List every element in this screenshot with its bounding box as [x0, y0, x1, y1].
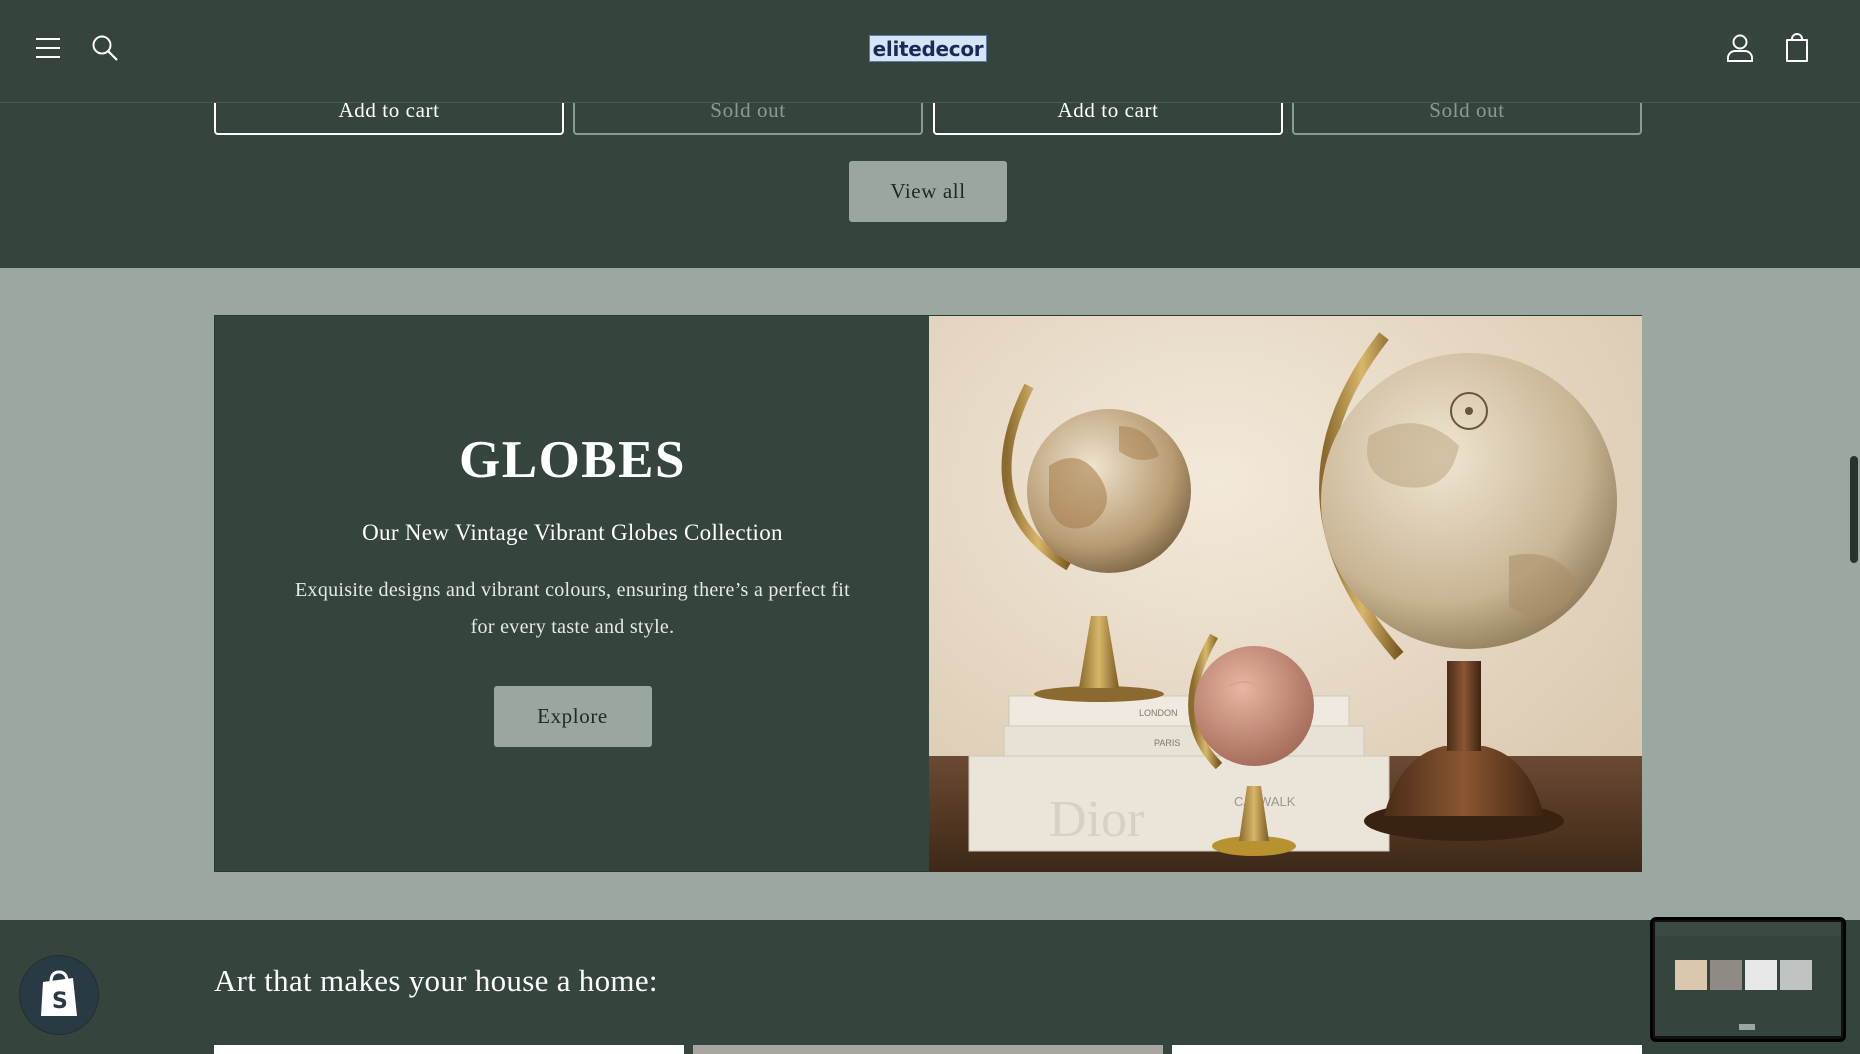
svg-text:S: S [52, 989, 68, 1014]
banner-text-panel: GLOBES Our New Vintage Vibrant Globes Co… [215, 316, 930, 873]
book-spine-text: CATWALK [1234, 794, 1296, 809]
art-card[interactable] [693, 1045, 1163, 1054]
site-logo[interactable]: elitedecor [869, 35, 987, 62]
art-card[interactable] [214, 1045, 684, 1054]
explore-button[interactable]: Explore [493, 686, 652, 747]
book-spine-text: PARIS [1154, 738, 1180, 748]
shopify-bag-icon[interactable]: S [20, 956, 98, 1034]
book-spine-text: LONDON [1139, 708, 1178, 718]
banner-subtitle: Our New Vintage Vibrant Globes Collectio… [362, 520, 783, 545]
cart-icon[interactable] [1779, 30, 1815, 66]
page-preview-thumbnail[interactable] [1650, 917, 1846, 1042]
globes-banner: GLOBES Our New Vintage Vibrant Globes Co… [214, 315, 1642, 872]
banner-description: Exquisite designs and vibrant colours, e… [295, 579, 850, 638]
book-cover-text: Dior [1049, 791, 1144, 848]
globes-image: Dior CATWALK PARIS LONDON [929, 316, 1642, 872]
globes-banner-section: GLOBES Our New Vintage Vibrant Globes Co… [0, 268, 1860, 920]
site-header: elitedecor [0, 0, 1860, 103]
view-all-button[interactable]: View all [849, 161, 1007, 222]
art-card[interactable] [1172, 1045, 1642, 1054]
menu-icon[interactable] [30, 30, 66, 66]
scrollbar-thumb[interactable] [1850, 456, 1858, 563]
art-section-title: Art that makes your house a home: [214, 963, 658, 998]
search-icon[interactable] [87, 30, 123, 66]
banner-title: GLOBES [459, 431, 686, 489]
account-icon[interactable] [1722, 30, 1758, 66]
